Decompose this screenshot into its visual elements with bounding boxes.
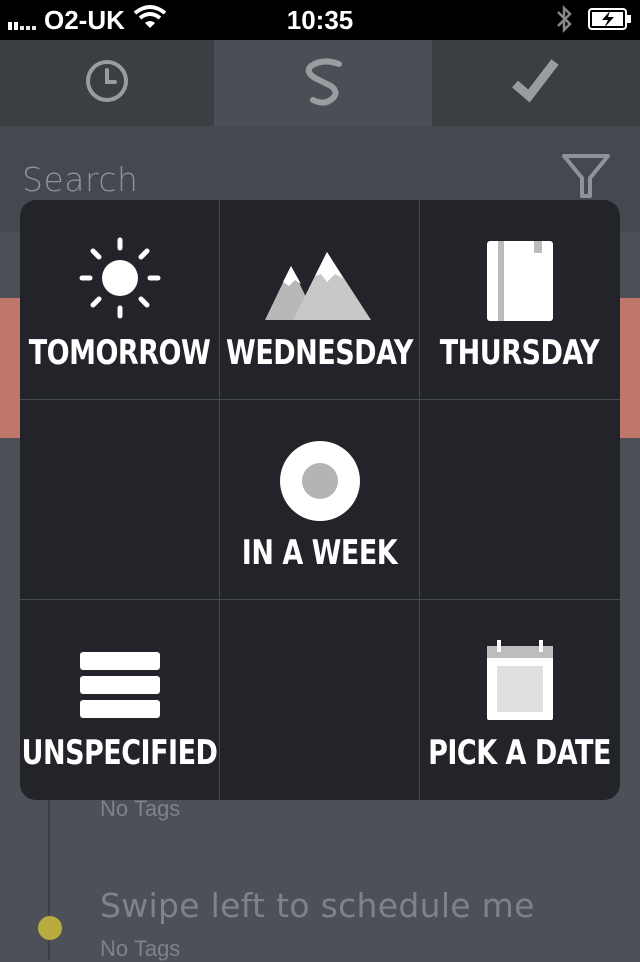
- search-input[interactable]: Search: [22, 160, 138, 199]
- option-label: In a week: [241, 534, 398, 573]
- tab-scheduled[interactable]: [0, 40, 214, 122]
- bluetooth-icon: [554, 4, 574, 39]
- option-pick-a-date[interactable]: Pick a date: [420, 600, 619, 799]
- filter-icon[interactable]: [560, 152, 612, 207]
- item-status-dot: [38, 916, 62, 940]
- option-label: Wednesday: [226, 334, 413, 373]
- swipe-s-icon: [305, 58, 342, 106]
- option-label: Thursday: [439, 334, 600, 373]
- battery-charging-icon: [588, 7, 632, 36]
- option-tomorrow[interactable]: Tomorrow: [20, 200, 219, 399]
- option-unspecified[interactable]: Unspecified: [20, 600, 219, 799]
- calendar-icon: [486, 640, 553, 720]
- tab-done[interactable]: [432, 40, 640, 122]
- option-thursday[interactable]: Thursday: [420, 200, 619, 399]
- checkmark-icon: [512, 59, 559, 103]
- list-item-title[interactable]: Swipe left to schedule me: [100, 886, 535, 925]
- tab-bar: [0, 40, 640, 126]
- tab-inbox[interactable]: [214, 40, 432, 126]
- mountains-icon: [264, 252, 371, 320]
- list-bars-icon: [79, 652, 160, 718]
- schedule-popup: Tomorrow Wednesday Thursday: [20, 200, 620, 800]
- status-bar: O2-UK 10:35: [0, 0, 640, 40]
- circle-dot-icon: [279, 441, 360, 521]
- option-label: Tomorrow: [28, 334, 211, 373]
- sun-icon: [79, 237, 160, 319]
- list-item-tags: No Tags: [100, 936, 181, 961]
- clock-time: 10:35: [286, 5, 354, 35]
- option-in-a-week[interactable]: In a week: [220, 400, 419, 599]
- notebook-icon: [486, 241, 553, 321]
- option-label: Unspecified: [21, 734, 218, 773]
- option-label: Pick a date: [428, 734, 611, 773]
- clock-icon: [86, 60, 128, 102]
- option-wednesday[interactable]: Wednesday: [220, 200, 419, 399]
